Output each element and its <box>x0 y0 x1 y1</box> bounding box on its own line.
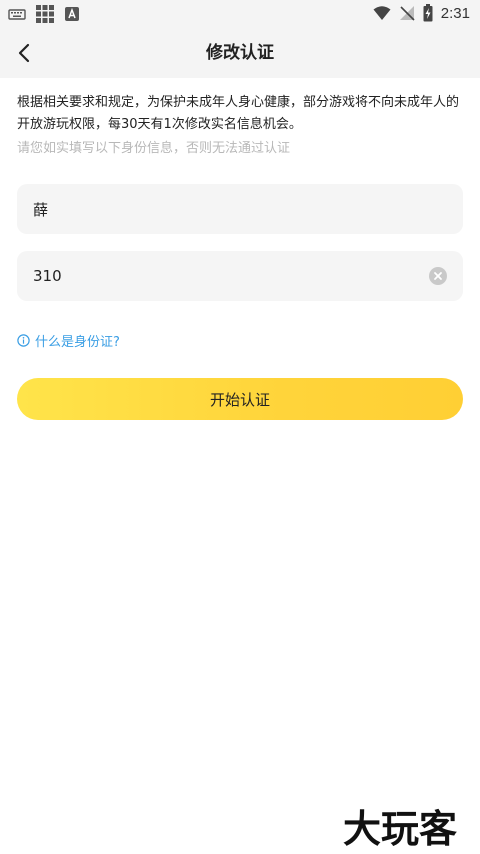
page-title: 修改认证 <box>206 43 274 63</box>
hint-text: 请您如实填写以下身份信息，否则无法通过认证 <box>17 141 291 156</box>
wifi-icon <box>373 6 391 20</box>
keyboard-icon <box>8 9 26 20</box>
header: 修改认证 <box>0 28 480 78</box>
back-button[interactable] <box>12 40 38 66</box>
what-is-id-link[interactable]: 什么是身份证? <box>17 330 120 350</box>
info-icon <box>17 333 30 347</box>
watermark-logo: 大玩客 <box>343 807 457 850</box>
id-number-input[interactable] <box>33 251 413 301</box>
no-signal-icon <box>399 6 415 21</box>
notice-text: 根据相关要求和规定，为保护未成年人身心健康，部分游戏将不向未成年人的开放游玩权限… <box>17 95 460 132</box>
status-time: 2:31 <box>440 4 470 22</box>
grid-icon <box>36 5 54 23</box>
close-icon <box>434 272 442 280</box>
name-input[interactable] <box>33 184 413 234</box>
chevron-left-icon <box>18 43 30 63</box>
battery-charging-icon <box>423 4 433 22</box>
what-is-id-label: 什么是身份证? <box>35 334 120 350</box>
id-number-field[interactable] <box>17 251 463 301</box>
app-a-icon <box>65 7 79 21</box>
status-bar: 2:31 <box>0 0 480 28</box>
screen: 2:31 修改认证 根据相关要求和规定，为保护未成年人身心健康，部分游戏将不向未… <box>0 0 480 854</box>
name-field[interactable] <box>17 184 463 234</box>
watermark-text: 大玩客 <box>343 807 457 850</box>
clear-input-button[interactable] <box>429 267 447 285</box>
start-verification-button[interactable]: 开始认证 <box>17 378 463 420</box>
